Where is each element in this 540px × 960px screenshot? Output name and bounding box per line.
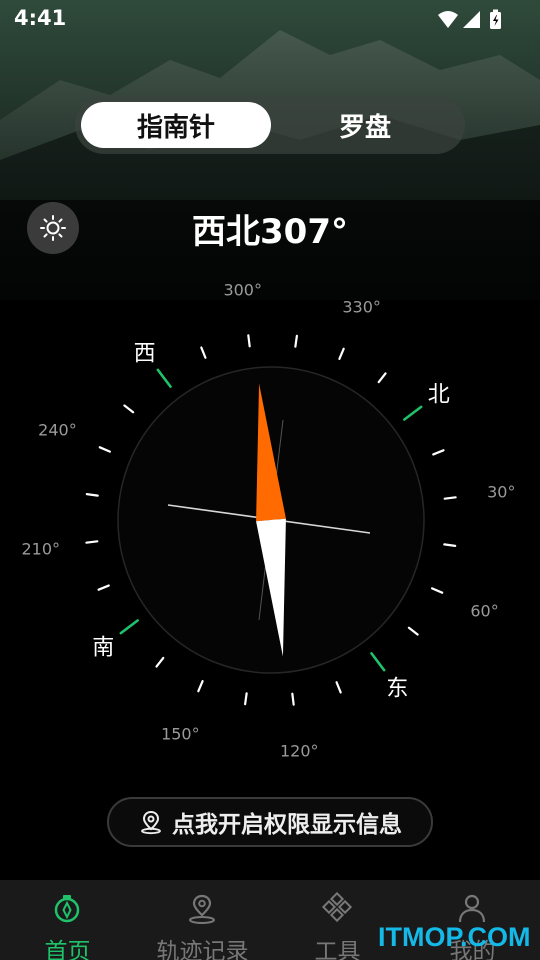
enable-permission-button[interactable]: 点我开启权限显示信息 — [107, 797, 433, 847]
cardinal-label-south: 南 — [92, 635, 114, 660]
tools-icon — [321, 892, 353, 923]
cardinal-tick — [156, 368, 172, 388]
compass-icon — [54, 895, 80, 923]
degree-tick — [85, 493, 99, 497]
person-icon — [458, 894, 486, 923]
status-icons — [438, 9, 501, 29]
degree-tick — [200, 346, 207, 359]
nav-item-home[interactable]: 首页 — [0, 880, 135, 960]
watermark: ITMOP.COM — [378, 922, 531, 952]
degree-tick — [407, 626, 419, 636]
degree-tick — [98, 446, 112, 453]
tab-luopan[interactable]: 罗盘 — [271, 102, 459, 148]
degree-label: 330° — [342, 297, 381, 316]
compass-dial: 北东 南 西 300° 330° 30° 60° 120° 150° 210° 240° — [21, 281, 515, 761]
cardinal-label-west: 西 — [134, 341, 156, 366]
degree-tick — [97, 584, 110, 591]
signal-icon — [463, 11, 480, 28]
degree-tick — [335, 681, 342, 694]
degree-tick — [294, 334, 298, 348]
degree-tick — [377, 372, 387, 384]
status-bar: 4:41 — [0, 0, 540, 40]
degree-tick — [244, 692, 248, 706]
status-time: 4:41 — [14, 6, 67, 30]
wifi-icon — [438, 11, 458, 28]
degree-tick — [338, 347, 345, 361]
degree-tick — [443, 543, 457, 547]
location-pin-icon — [141, 810, 161, 835]
mode-switch: 指南针 罗盘 — [75, 96, 465, 154]
degree-tick — [443, 496, 457, 500]
heading-readout: 西北307° — [192, 212, 348, 252]
degree-label: 240° — [38, 420, 77, 439]
permission-button-label: 点我开启权限显示信息 — [172, 812, 402, 838]
nav-item-track[interactable]: 轨迹记录 — [135, 880, 270, 960]
nav-label-home: 首页 — [44, 939, 91, 960]
degree-label: 60° — [470, 602, 498, 621]
location-pin-icon — [189, 894, 215, 924]
cardinal-label-north: 北 — [428, 383, 450, 408]
degree-label: 120° — [280, 741, 319, 760]
cardinal-tick — [370, 652, 386, 672]
degree-label: 300° — [223, 281, 262, 300]
cardinal-tick — [119, 619, 139, 635]
degree-tick — [291, 692, 295, 706]
degree-tick — [430, 587, 444, 594]
cardinal-tick — [403, 405, 423, 421]
degree-label: 30° — [487, 483, 515, 502]
degree-tick — [155, 656, 165, 668]
tab-compass[interactable]: 指南针 — [81, 102, 271, 148]
degree-tick — [247, 334, 251, 348]
degree-label: 210° — [21, 539, 60, 558]
degree-tick — [123, 404, 135, 414]
degree-label: 150° — [161, 725, 200, 744]
battery-icon — [490, 9, 501, 29]
cardinal-label-east: 东 — [386, 677, 408, 702]
nav-label-track: 轨迹记录 — [156, 939, 249, 960]
degree-tick — [197, 679, 204, 693]
degree-tick — [85, 540, 99, 544]
degree-tick — [432, 449, 445, 456]
